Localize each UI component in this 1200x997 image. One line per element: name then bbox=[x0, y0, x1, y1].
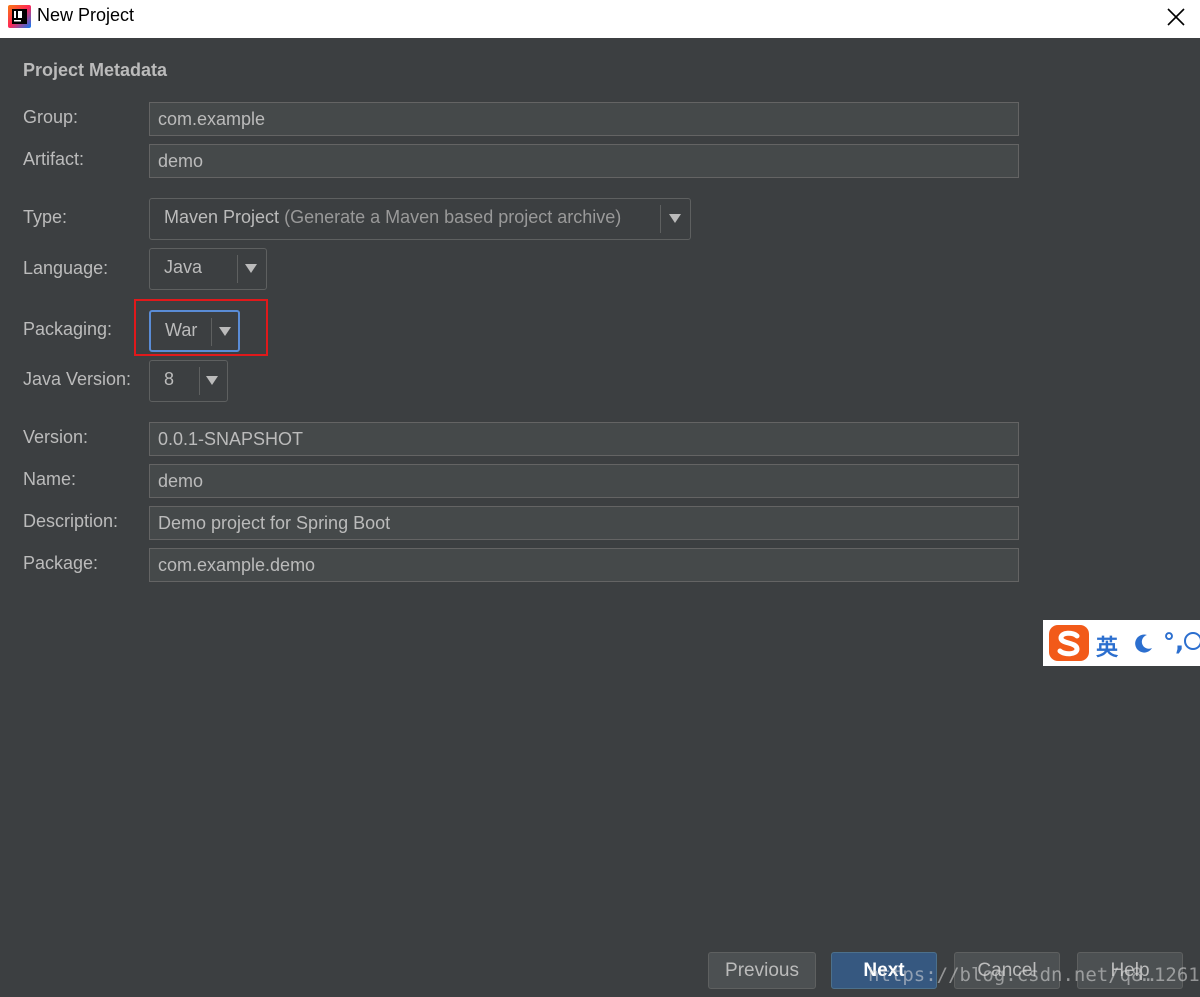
sogou-logo-icon bbox=[1049, 625, 1089, 661]
packaging-dropdown[interactable]: War bbox=[149, 310, 240, 352]
title-bar: New Project bbox=[0, 0, 1200, 38]
moon-icon[interactable] bbox=[1133, 632, 1155, 654]
package-label: Package: bbox=[23, 553, 99, 573]
ime-toolbar[interactable]: 英 °, bbox=[1043, 620, 1200, 666]
name-label: Name: bbox=[23, 469, 77, 489]
section-title: Project Metadata bbox=[23, 60, 168, 80]
intellij-icon bbox=[8, 5, 31, 28]
dropdown-separator bbox=[660, 205, 661, 233]
java-version-label: Java Version: bbox=[23, 369, 132, 389]
close-icon[interactable] bbox=[1164, 5, 1188, 29]
packaging-value: War bbox=[165, 320, 198, 340]
language-value: Java bbox=[164, 257, 203, 277]
type-dropdown[interactable]: Maven Project (Generate a Maven based pr… bbox=[149, 198, 691, 240]
type-label: Type: bbox=[23, 207, 68, 227]
type-value: Maven Project bbox=[164, 207, 280, 227]
previous-button[interactable]: Previous bbox=[708, 952, 816, 989]
chevron-down-icon bbox=[219, 327, 231, 336]
description-field[interactable]: Demo project for Spring Boot bbox=[149, 506, 1019, 540]
version-label: Version: bbox=[23, 427, 89, 447]
punctuation-mode-label[interactable]: °, bbox=[1163, 628, 1184, 656]
watermark: https://blog.csdn.net/q8…1261 bbox=[868, 964, 1200, 986]
package-field[interactable]: com.example.demo bbox=[149, 548, 1019, 582]
ime-mode-label[interactable]: 英 bbox=[1096, 630, 1118, 662]
artifact-field[interactable]: demo bbox=[149, 144, 1019, 178]
dropdown-separator bbox=[237, 255, 238, 283]
language-label: Language: bbox=[23, 258, 109, 278]
language-dropdown[interactable]: Java bbox=[149, 248, 267, 290]
group-field[interactable]: com.example bbox=[149, 102, 1019, 136]
chevron-down-icon bbox=[206, 376, 218, 385]
name-field[interactable]: demo bbox=[149, 464, 1019, 498]
dropdown-separator bbox=[199, 367, 200, 395]
emoji-icon[interactable] bbox=[1183, 630, 1200, 652]
group-label: Group: bbox=[23, 107, 79, 127]
dropdown-separator bbox=[211, 318, 212, 346]
java-version-dropdown[interactable]: 8 bbox=[149, 360, 228, 402]
chevron-down-icon bbox=[669, 214, 681, 223]
description-label: Description: bbox=[23, 511, 119, 531]
chevron-down-icon bbox=[245, 264, 257, 273]
version-field[interactable]: 0.0.1-SNAPSHOT bbox=[149, 422, 1019, 456]
window-title: New Project bbox=[37, 5, 135, 25]
type-hint: (Generate a Maven based project archive) bbox=[284, 207, 622, 227]
packaging-label: Packaging: bbox=[23, 319, 113, 339]
artifact-label: Artifact: bbox=[23, 149, 85, 169]
java-version-value: 8 bbox=[164, 369, 175, 389]
